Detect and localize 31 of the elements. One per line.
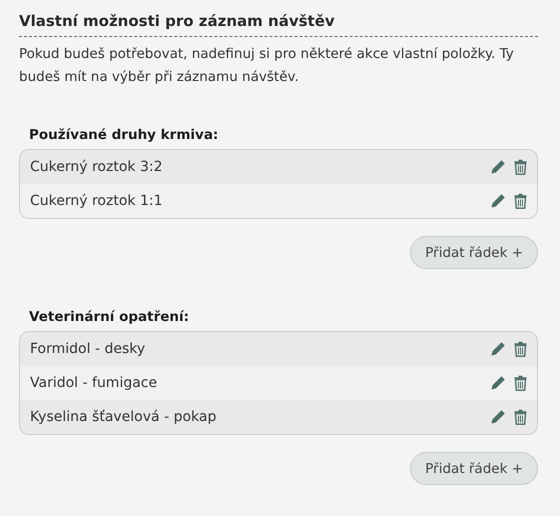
row-label: Kyselina šťavelová - pokap [30,409,218,425]
trash-icon [514,409,527,425]
edit-button[interactable] [490,193,506,209]
section-heading: Veterinární opatření: [29,309,190,325]
section-heading: Používané druhy krmiva: [29,127,220,143]
edit-button[interactable] [490,409,506,425]
description-text: Pokud budeš potřebovat, nadefinuj si pro některé akce vlastní položky. Ty budeš mít na výběr při záznamu návštěv. [19,45,515,87]
row-label: Varidol - fumigace [30,375,158,391]
add-row-button[interactable]: Přidat řádek + [410,452,538,485]
trash-icon [514,193,527,209]
pencil-icon [490,159,506,175]
pencil-icon [490,341,506,357]
delete-button[interactable] [514,159,527,175]
delete-button[interactable] [514,409,527,425]
delete-button[interactable] [514,341,527,357]
row-label: Formidol - desky [30,341,146,357]
delete-button[interactable] [514,375,527,391]
row-label: Cukerný roztok 3:2 [30,159,164,175]
trash-icon [514,159,527,175]
edit-button[interactable] [490,341,506,357]
edit-button[interactable] [490,159,506,175]
pencil-icon [490,375,506,391]
trash-icon [514,341,527,357]
page-title: Vlastní možnosti pro záznam návštěv [19,12,538,37]
add-row-button[interactable]: Přidat řádek + [410,236,538,269]
row-label: Cukerný roztok 1:1 [30,193,164,209]
trash-icon [514,375,527,391]
delete-button[interactable] [514,193,527,209]
pencil-icon [490,409,506,425]
pencil-icon [490,193,506,209]
edit-button[interactable] [490,375,506,391]
